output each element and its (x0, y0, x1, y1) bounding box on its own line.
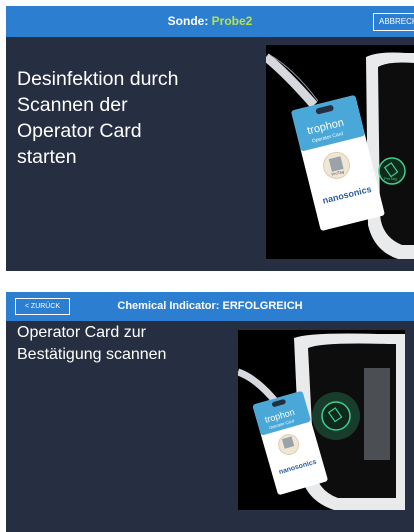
disinfection-start-screen: Sonde: Probe2 ABBRECHEN Desinfektion dur… (6, 6, 414, 271)
probe-label: Sonde: (167, 14, 212, 28)
instruction-line: Operator Card (17, 120, 142, 142)
scan-target-icon (321, 401, 351, 431)
instruction-line: Scannen der (17, 94, 128, 116)
instruction-line: Operator Card zur (17, 324, 146, 341)
probe-title: Sonde: Probe2 (6, 14, 414, 28)
cancel-button[interactable]: ABBRECHEN (373, 13, 414, 31)
instruction-text: Desinfektion durch Scannen der Operator … (17, 66, 237, 170)
instruction-line: Bestätigung scannen (17, 346, 167, 363)
svg-text:ProTag: ProTag (384, 176, 397, 181)
operator-card-illustration: trophon Operator Card nanosonics (238, 330, 405, 510)
top-bar: Sonde: Probe2 ABBRECHEN (6, 6, 414, 37)
instruction-line: starten (17, 146, 77, 168)
top-bar: Chemical Indicator: ERFOLGREICH < ZURÜCK (6, 292, 414, 321)
confirmation-scan-screen: Chemical Indicator: ERFOLGREICH < ZURÜCK… (6, 292, 414, 532)
instruction-text: Operator Card zur Bestätigung scannen (17, 322, 227, 366)
back-button[interactable]: < ZURÜCK (15, 298, 70, 315)
probe-name: Probe2 (211, 14, 253, 28)
operator-card-illustration: ProTag trophon Operator Card ProTag nano… (266, 45, 414, 259)
scan-target-icon: ProTag (378, 157, 406, 185)
instruction-line: Desinfektion durch (17, 68, 179, 90)
